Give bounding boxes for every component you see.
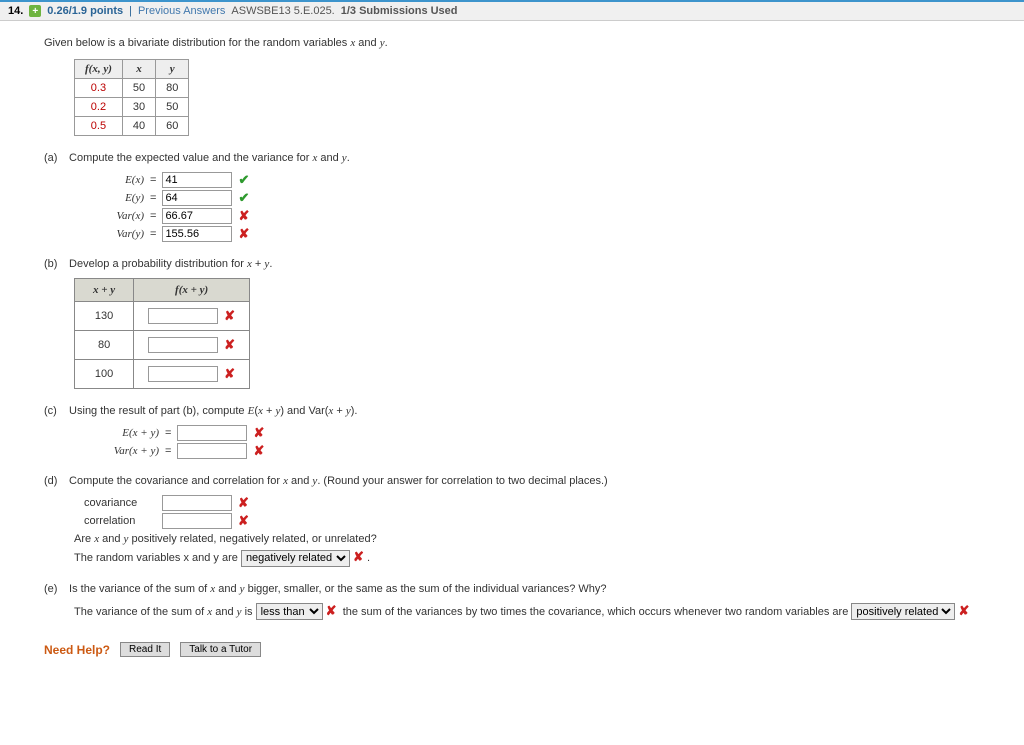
cross-icon: ✘ — [238, 226, 249, 242]
ex-input[interactable] — [162, 172, 232, 188]
question-header: 14. + 0.26/1.9 points | Previous Answers… — [0, 0, 1024, 21]
check-icon: ✔ — [238, 172, 249, 188]
vary-input[interactable] — [162, 226, 232, 242]
table-row: 0.54060 — [75, 117, 189, 136]
part-b-label: (b) — [44, 258, 66, 270]
varxy-input[interactable] — [177, 443, 247, 459]
previous-answers-link[interactable]: Previous Answers — [138, 5, 225, 17]
table-row: 80 ✘ — [75, 331, 250, 360]
expand-icon[interactable]: + — [29, 5, 41, 17]
cross-icon: ✘ — [224, 366, 235, 382]
submissions-used: 1/3 Submissions Used — [341, 5, 458, 17]
cross-icon: ✘ — [353, 549, 364, 564]
part-e: (e) Is the variance of the sum of x and … — [44, 583, 994, 595]
part-e-answer: The variance of the sum of x and y is le… — [74, 603, 994, 621]
need-help-label: Need Help? — [44, 643, 110, 657]
varx-input[interactable] — [162, 208, 232, 224]
answer-row-exy: E(x + y)= ✘ — [84, 425, 994, 441]
exy-input[interactable] — [177, 425, 247, 441]
part-a-answers: E(x)= ✔ E(y)= ✔ Var(x)= ✘ Var(y)= ✘ — [84, 172, 994, 242]
covariance-input[interactable] — [162, 495, 232, 511]
fxy-input-100[interactable] — [148, 366, 218, 382]
check-icon: ✔ — [238, 190, 249, 206]
bivar-header-x: x — [122, 60, 155, 79]
answer-row-vary: Var(y)= ✘ — [84, 226, 994, 242]
bivar-header-y: y — [156, 60, 189, 79]
table-row: 0.23050 — [75, 98, 189, 117]
fxy-input-130[interactable] — [148, 308, 218, 324]
correlation-input[interactable] — [162, 513, 232, 529]
cross-icon: ✘ — [238, 513, 249, 529]
cross-icon: ✘ — [958, 603, 969, 618]
separator: | — [129, 5, 132, 17]
part-a-label: (a) — [44, 152, 66, 164]
cross-icon: ✘ — [238, 208, 249, 224]
answer-row-varx: Var(x)= ✘ — [84, 208, 994, 224]
cross-icon: ✘ — [238, 495, 249, 511]
table-row: 100 ✘ — [75, 360, 250, 389]
part-c-label: (c) — [44, 405, 66, 417]
cross-icon: ✘ — [224, 308, 235, 324]
points: 0.26/1.9 points — [47, 5, 123, 17]
part-e-label: (e) — [44, 583, 66, 595]
part-d-q2: Are x and y positively related, negative… — [74, 533, 994, 545]
cross-icon: ✘ — [253, 425, 264, 441]
question-number: 14. — [8, 5, 23, 17]
answer-row-ex: E(x)= ✔ — [84, 172, 994, 188]
question-ref: ASWSBE13 5.E.025. — [231, 5, 334, 17]
dist-header-fxy: f(x + y) — [134, 279, 250, 302]
table-row: 130 ✘ — [75, 302, 250, 331]
answer-row-varxy: Var(x + y)= ✘ — [84, 443, 994, 459]
read-it-button[interactable]: Read It — [120, 642, 170, 657]
question-body: Given below is a bivariate distribution … — [0, 21, 1024, 667]
part-a: (a) Compute the expected value and the v… — [44, 152, 994, 164]
bivariate-table: f(x, y) x y 0.35080 0.23050 0.54060 — [74, 59, 189, 136]
relation2-select[interactable]: positively related — [851, 603, 955, 620]
answer-row-ey: E(y)= ✔ — [84, 190, 994, 206]
help-bar: Need Help? Read It Talk to a Tutor — [44, 642, 994, 657]
bivar-header-fxy: f(x, y) — [75, 60, 123, 79]
cross-icon: ✘ — [253, 443, 264, 459]
part-d-answers: covariance ✘ correlation ✘ — [84, 495, 994, 529]
part-d-label: (d) — [44, 475, 66, 487]
table-row: 0.35080 — [75, 79, 189, 98]
answer-row-cov: covariance ✘ — [84, 495, 994, 511]
part-c-answers: E(x + y)= ✘ Var(x + y)= ✘ — [84, 425, 994, 459]
talk-to-tutor-button[interactable]: Talk to a Tutor — [180, 642, 261, 657]
part-c: (c) Using the result of part (b), comput… — [44, 405, 994, 417]
dist-header-xy: x + y — [75, 279, 134, 302]
part-d: (d) Compute the covariance and correlati… — [44, 475, 994, 487]
fxy-input-80[interactable] — [148, 337, 218, 353]
cross-icon: ✘ — [326, 603, 337, 618]
compare-select[interactable]: less than — [256, 603, 323, 620]
part-d-ans2: The random variables x and y are negativ… — [74, 549, 994, 567]
ey-input[interactable] — [162, 190, 232, 206]
part-b: (b) Develop a probability distribution f… — [44, 258, 994, 270]
relation-select[interactable]: negatively related — [241, 550, 350, 567]
distribution-table: x + y f(x + y) 130 ✘ 80 ✘ 100 ✘ — [74, 278, 250, 389]
intro-text: Given below is a bivariate distribution … — [44, 37, 994, 49]
cross-icon: ✘ — [224, 337, 235, 353]
answer-row-corr: correlation ✘ — [84, 513, 994, 529]
